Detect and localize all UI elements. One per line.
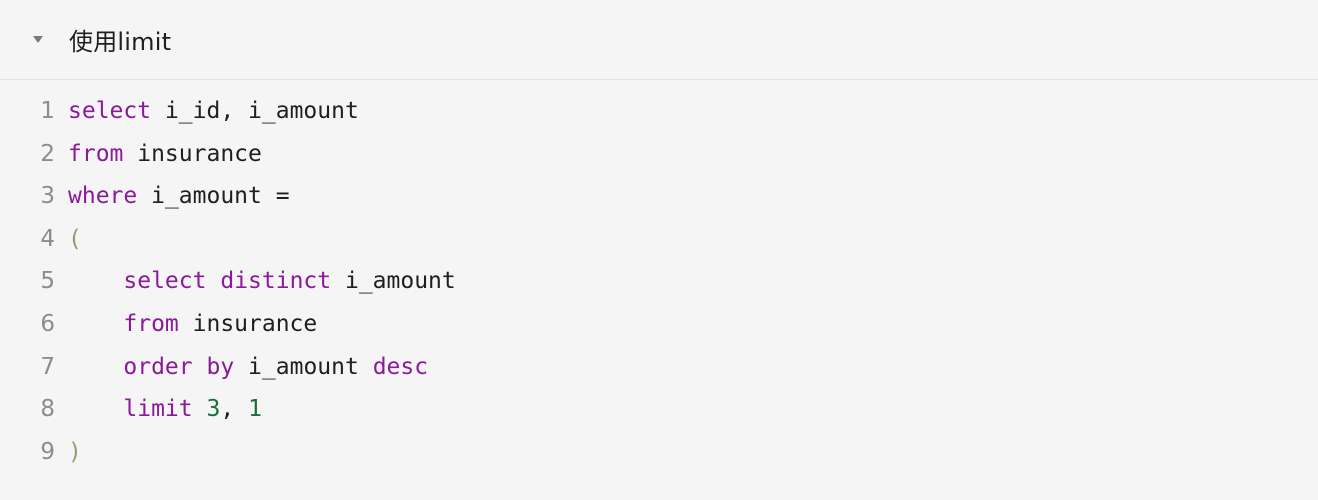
text-token: i_amount [234, 353, 373, 380]
code-line: 6 from insurance [0, 303, 1318, 346]
line-number: 5 [40, 268, 55, 295]
code-line: 2 from insurance [0, 133, 1318, 176]
keyword-token: from [123, 310, 179, 337]
code-text: order by i_amount desc [68, 346, 428, 389]
line-number: 8 [40, 396, 55, 423]
text-token: insurance [123, 140, 262, 167]
paren-token: ( [68, 225, 82, 252]
keyword-token: order [123, 353, 193, 380]
code-block: 使用limit 1 select i_id, i_amount 2 from insu… [0, 0, 1318, 500]
text-token: i_amount [331, 268, 456, 295]
code-line: 4( [0, 218, 1318, 261]
code-line: 8 limit 3, 1 [0, 388, 1318, 431]
code-text: from insurance [68, 303, 317, 346]
code-line: 5 select distinct i_amount [0, 260, 1318, 303]
keyword-token: by [206, 353, 235, 380]
keyword-token: select [123, 268, 207, 295]
line-number: 3 [40, 183, 55, 210]
code-editor[interactable]: 1 select i_id, i_amount 2 from insurance 3 wh… [0, 90, 1318, 473]
code-text: from insurance [68, 133, 262, 176]
caret-down-icon[interactable] [33, 36, 43, 43]
line-number: 7 [40, 353, 55, 380]
keyword-token: desc [372, 353, 429, 380]
paren-token: ) [68, 438, 82, 465]
line-number: 6 [40, 310, 55, 337]
section-title: 使用limit [69, 28, 172, 56]
line-number: 2 [40, 140, 55, 167]
text-token: insurance [178, 310, 318, 337]
code-line: 7 order by i_amount desc [0, 346, 1318, 389]
line-number: 9 [40, 438, 55, 465]
text-token: , [220, 396, 249, 423]
keyword-token: distinct [220, 268, 332, 295]
text-token: i_id, i_amount [151, 98, 359, 124]
keyword-token: where [68, 183, 138, 210]
number-token: 3 [206, 396, 221, 423]
code-line: 1 select i_id, i_amount [0, 90, 1318, 133]
code-text: where i_amount = [68, 175, 290, 218]
code-text: select i_id, i_amount [68, 90, 359, 133]
line-number: 4 [40, 225, 55, 252]
line-number: 1 [40, 98, 55, 124]
keyword-token: select [68, 98, 152, 124]
code-text: ) [68, 431, 82, 474]
code-text: select distinct i_amount [68, 260, 456, 303]
text-token: i_amount = [137, 183, 290, 210]
keyword-token: from [68, 140, 124, 167]
code-text: ( [68, 218, 82, 261]
number-token: 1 [248, 396, 262, 423]
code-line: 9) [0, 431, 1318, 474]
code-line: 3 where i_amount = [0, 175, 1318, 218]
collapse-toggle[interactable]: 使用limit [0, 0, 1318, 80]
code-text: limit 3, 1 [68, 388, 262, 431]
keyword-token: limit [123, 396, 193, 423]
